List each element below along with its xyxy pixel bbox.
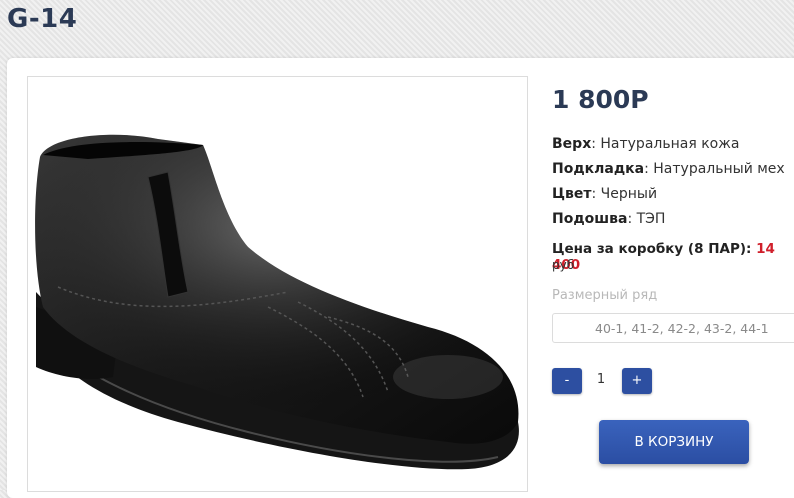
quantity-plus-button[interactable]: + — [622, 368, 652, 394]
quantity-minus-button[interactable]: - — [552, 368, 582, 394]
spec-value: : ТЭП — [627, 211, 666, 227]
spec-label: Верх — [552, 136, 592, 152]
spec-value: : Черный — [591, 186, 658, 202]
quantity-value[interactable]: 1 — [592, 372, 610, 387]
size-select[interactable]: 40-1, 41-2, 42-2, 43-2, 44-1 — [552, 313, 794, 343]
box-price: Цена за коробку (8 ПАР): 14 400 — [552, 241, 794, 273]
spec-label: Подошва — [552, 211, 628, 227]
add-to-cart-button[interactable]: В КОРЗИНУ — [599, 420, 749, 464]
spec-value: : Натуральный мех — [644, 161, 785, 177]
spec-label: Цвет — [552, 186, 592, 202]
box-price-label: Цена за коробку (8 ПАР): — [552, 241, 752, 257]
spec-sole: Подошва: ТЭП — [552, 211, 665, 227]
product-title: G-14 — [7, 4, 78, 34]
product-photo[interactable] — [27, 76, 528, 492]
shoe-image — [35, 134, 519, 470]
product-price: 1 800Р — [552, 85, 649, 114]
spec-color: Цвет: Черный — [552, 186, 657, 202]
spec-label: Подкладка — [552, 161, 645, 177]
spec-upper: Верх: Натуральная кожа — [552, 136, 739, 152]
spec-value: : Натуральная кожа — [591, 136, 740, 152]
spec-lining: Подкладка: Натуральный мех — [552, 161, 785, 177]
box-price-unit: руб — [552, 258, 575, 272]
size-label: Размерный ряд — [552, 288, 658, 303]
